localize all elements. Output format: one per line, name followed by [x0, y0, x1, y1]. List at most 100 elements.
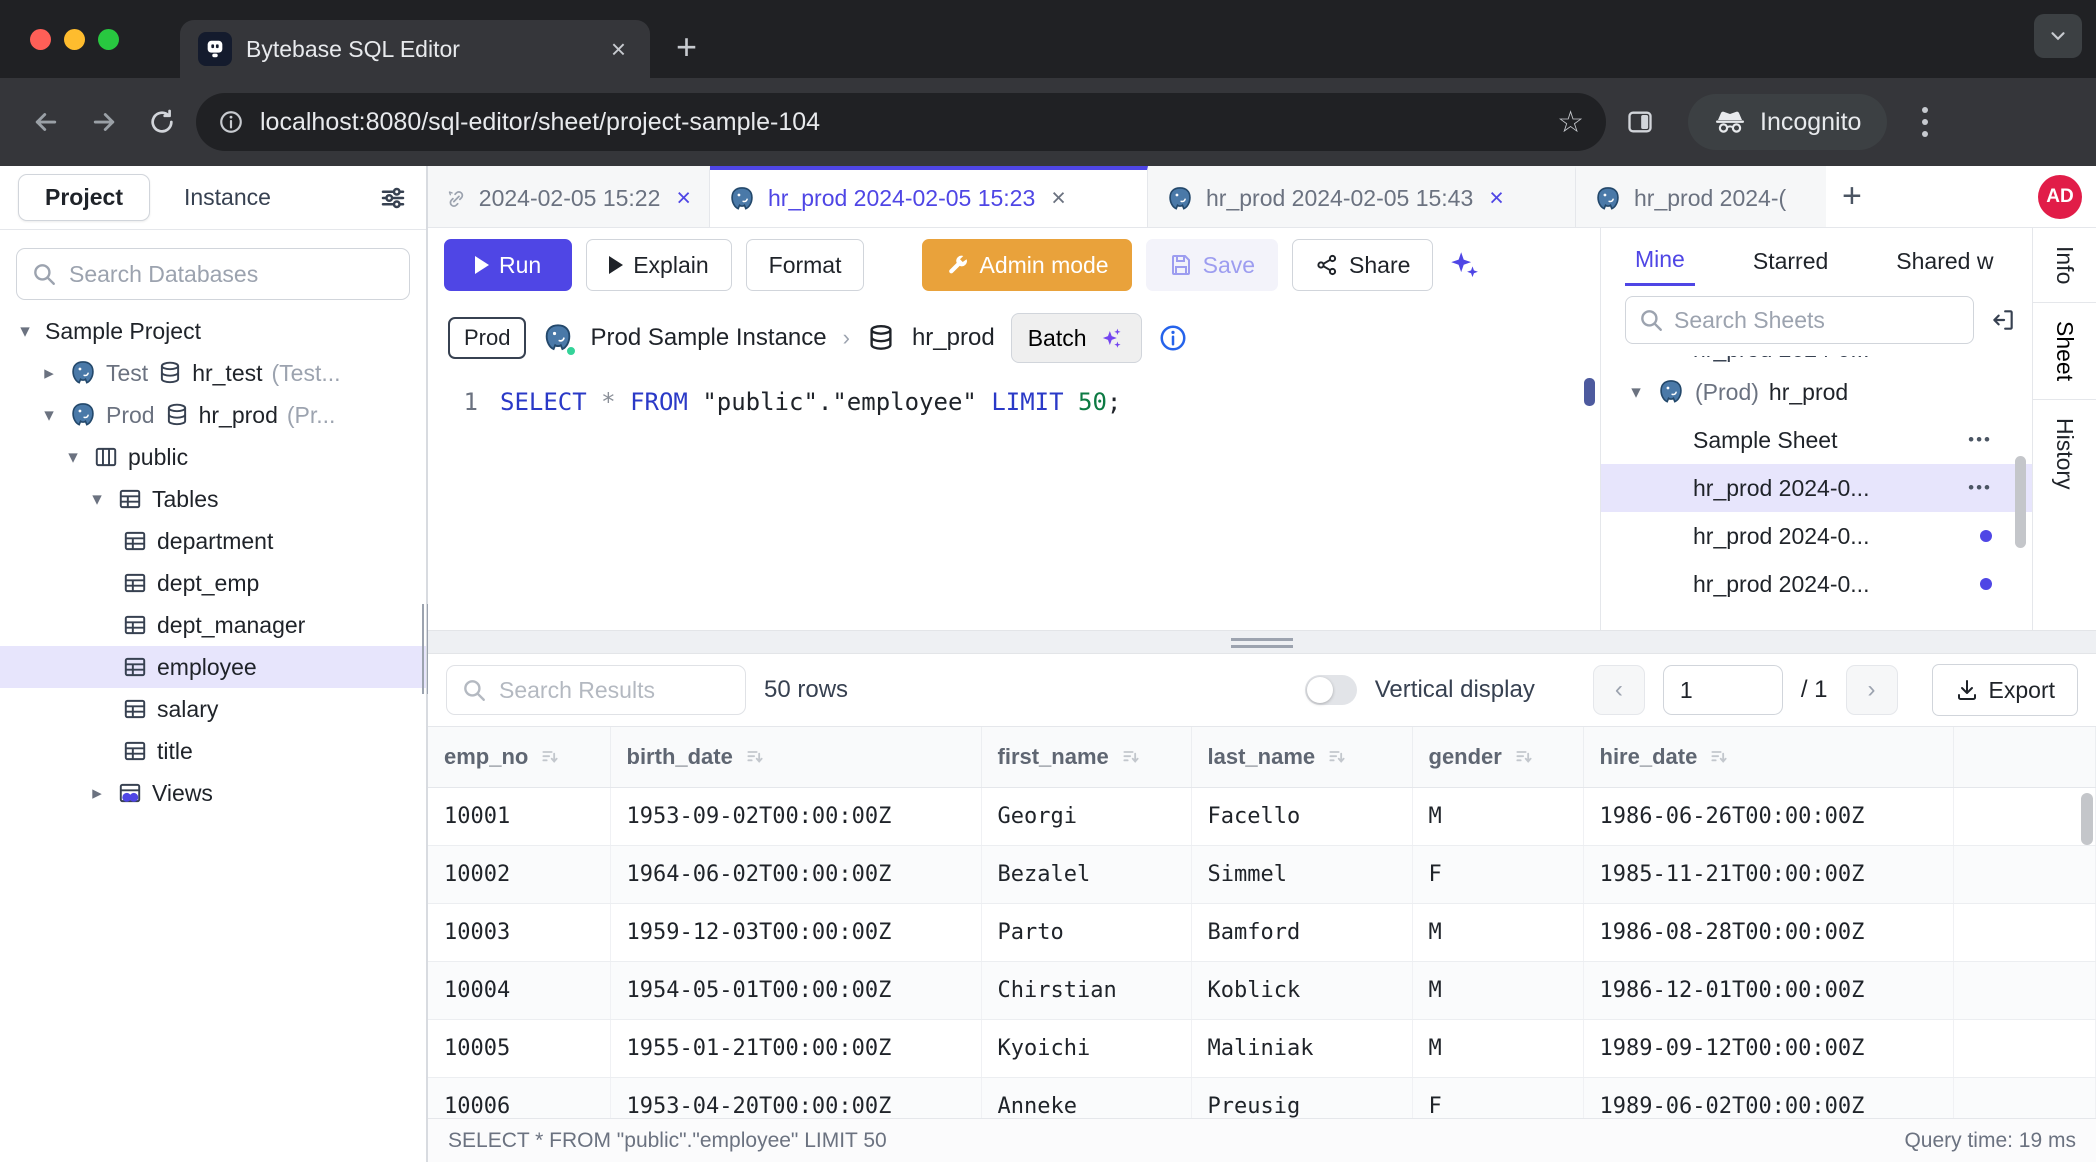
collapse-panel-icon[interactable]: [1990, 307, 2016, 333]
sheet-group-hr-prod[interactable]: ▾ (Prod) hr_prod: [1601, 368, 2032, 416]
caret-down-icon[interactable]: ▾: [14, 320, 36, 343]
column-header-birth-date[interactable]: birth_date: [610, 727, 981, 787]
close-tab-icon[interactable]: ×: [605, 34, 632, 65]
tab-project[interactable]: Project: [18, 174, 150, 221]
sheet-menu-icon[interactable]: •••: [1968, 430, 1992, 450]
tab-shared[interactable]: Shared w: [1886, 234, 2003, 285]
next-page-button[interactable]: ›: [1846, 665, 1898, 715]
table-row[interactable]: 100041954-05-01T00:00:00ZChirstianKoblic…: [428, 961, 2096, 1019]
table-row[interactable]: 100011953-09-02T00:00:00ZGeorgiFacelloM1…: [428, 787, 2096, 845]
info-icon[interactable]: [1158, 323, 1188, 353]
sheet-item[interactable]: hr_prod 2024-0...: [1601, 512, 2032, 560]
save-button[interactable]: Save: [1146, 239, 1278, 291]
tree-item-tables-group[interactable]: ▾ Tables: [0, 478, 426, 520]
sql-editor[interactable]: 1 SELECT * FROM "public"."employee" LIMI…: [428, 374, 1600, 630]
forward-icon[interactable]: [80, 98, 128, 146]
caret-right-icon[interactable]: ▸: [38, 362, 60, 385]
column-header-gender[interactable]: gender: [1412, 727, 1583, 787]
back-icon[interactable]: [22, 98, 70, 146]
bookmark-star-icon[interactable]: ☆: [1557, 105, 1584, 140]
run-button[interactable]: Run: [444, 239, 572, 291]
page-number-input[interactable]: [1663, 665, 1783, 715]
close-sheet-icon[interactable]: ×: [1047, 184, 1066, 213]
table-row[interactable]: 100061953-04-20T00:00:00ZAnnekePreusigF1…: [428, 1077, 2096, 1118]
admin-mode-button[interactable]: Admin mode: [922, 239, 1131, 291]
instance-name[interactable]: Prod Sample Instance: [590, 324, 826, 352]
tree-item-hr-prod[interactable]: ▾ Prod hr_prod (Pr...: [0, 394, 426, 436]
side-panel-icon[interactable]: [1616, 98, 1664, 146]
sheet-item[interactable]: hr_prod 2024-0...: [1601, 560, 2032, 608]
tree-item-hr-test[interactable]: ▸ Test hr_test (Test...: [0, 352, 426, 394]
sheet-menu-icon[interactable]: •••: [1968, 478, 1992, 498]
tab-sheet[interactable]: Sheet: [2051, 303, 2078, 399]
ai-sparkle-icon[interactable]: [1447, 248, 1481, 282]
sheet-item-clipped[interactable]: hr_prod 2024-0...: [1601, 356, 2032, 368]
browser-menu-icon[interactable]: [1905, 107, 1945, 137]
format-button[interactable]: Format: [746, 239, 865, 291]
caret-right-icon[interactable]: ▸: [86, 782, 108, 805]
tree-item-project[interactable]: ▾ Sample Project: [0, 310, 426, 352]
url-address-bar[interactable]: localhost:8080/sql-editor/sheet/project-…: [196, 93, 1606, 151]
tab-search-chevron-icon[interactable]: [2034, 14, 2082, 58]
sheet-tab-1[interactable]: 2024-02-05 15:22 ×: [428, 166, 710, 227]
tab-mine[interactable]: Mine: [1625, 232, 1695, 286]
tab-starred[interactable]: Starred: [1743, 234, 1838, 285]
column-header-emp-no[interactable]: emp_no: [428, 727, 610, 787]
new-sheet-button[interactable]: +: [1826, 166, 1878, 227]
table-row[interactable]: 100051955-01-21T00:00:00ZKyoichiMaliniak…: [428, 1019, 2096, 1077]
vertical-display-toggle[interactable]: [1305, 675, 1357, 705]
close-sheet-icon[interactable]: ×: [1485, 184, 1504, 213]
table-scrollbar[interactable]: [2081, 793, 2093, 845]
tree-item-table-employee[interactable]: employee: [0, 646, 426, 688]
tab-history[interactable]: History: [2051, 400, 2078, 508]
caret-down-icon[interactable]: ▾: [62, 446, 84, 469]
table-row[interactable]: 100021964-06-02T00:00:00ZBezalelSimmelF1…: [428, 845, 2096, 903]
sheet-tab-2-active[interactable]: hr_prod 2024-02-05 15:23 ×: [710, 166, 1148, 227]
user-avatar[interactable]: AD: [2038, 175, 2082, 219]
sheet-item-sample-sheet[interactable]: Sample Sheet •••: [1601, 416, 2032, 464]
search-databases-input[interactable]: Search Databases: [16, 248, 410, 300]
window-controls[interactable]: [30, 29, 119, 50]
tree-item-views-group[interactable]: ▸ Views: [0, 772, 426, 814]
caret-down-icon[interactable]: ▾: [86, 488, 108, 511]
result-table: emp_no birth_date first_name last_name g…: [428, 726, 2096, 1118]
tree-item-table-department[interactable]: department: [0, 520, 426, 562]
tree-item-table-title[interactable]: title: [0, 730, 426, 772]
filter-settings-icon[interactable]: [378, 183, 408, 213]
tree-item-table-salary[interactable]: salary: [0, 688, 426, 730]
site-info-icon[interactable]: [218, 109, 244, 135]
sheet-tab-4[interactable]: hr_prod 2024-(: [1576, 166, 1826, 227]
sheet-item-selected[interactable]: hr_prod 2024-0... •••: [1601, 464, 2032, 512]
caret-down-icon[interactable]: ▾: [1625, 381, 1647, 404]
search-results-input[interactable]: Search Results: [446, 665, 746, 715]
database-name[interactable]: hr_prod: [912, 324, 995, 352]
column-header-hire-date[interactable]: hire_date: [1583, 727, 1953, 787]
minimize-window-button[interactable]: [64, 29, 85, 50]
panel-resize-divider[interactable]: [428, 630, 2096, 654]
browser-tab[interactable]: Bytebase SQL Editor ×: [180, 20, 650, 78]
caret-down-icon[interactable]: ▾: [38, 404, 60, 427]
drag-handle-icon[interactable]: [1231, 638, 1293, 652]
column-header-last-name[interactable]: last_name: [1191, 727, 1412, 787]
tree-item-table-dept-emp[interactable]: dept_emp: [0, 562, 426, 604]
column-header-filler: [1953, 727, 2096, 787]
reload-icon[interactable]: [138, 98, 186, 146]
tab-instance[interactable]: Instance: [158, 175, 297, 220]
close-sheet-icon[interactable]: ×: [672, 184, 691, 213]
sheet-list-scrollbar[interactable]: [2015, 456, 2026, 548]
prev-page-button[interactable]: ‹: [1593, 665, 1645, 715]
maximize-window-button[interactable]: [98, 29, 119, 50]
search-sheets-input[interactable]: Search Sheets: [1625, 296, 1974, 344]
export-button[interactable]: Export: [1932, 664, 2078, 716]
tree-item-schema-public[interactable]: ▾ public: [0, 436, 426, 478]
tree-item-table-dept-manager[interactable]: dept_manager: [0, 604, 426, 646]
new-tab-button[interactable]: +: [676, 26, 697, 68]
tab-info[interactable]: Info: [2051, 228, 2078, 302]
sheet-tab-3[interactable]: hr_prod 2024-02-05 15:43 ×: [1148, 166, 1576, 227]
share-button[interactable]: Share: [1292, 239, 1433, 291]
close-window-button[interactable]: [30, 29, 51, 50]
column-header-first-name[interactable]: first_name: [981, 727, 1191, 787]
table-row[interactable]: 100031959-12-03T00:00:00ZPartoBamfordM19…: [428, 903, 2096, 961]
explain-button[interactable]: Explain: [586, 239, 731, 291]
batch-button[interactable]: Batch: [1011, 313, 1142, 363]
